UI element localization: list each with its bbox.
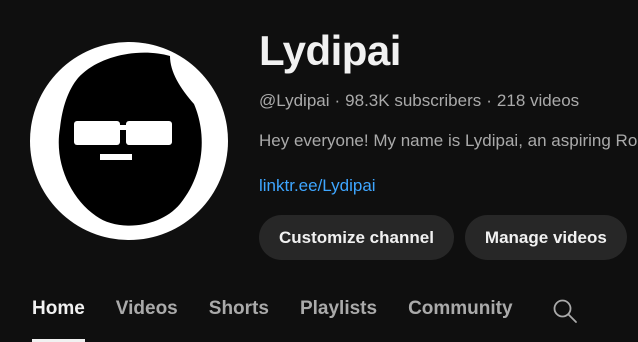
tab-playlists[interactable]: Playlists [300,288,377,340]
meta-separator: · [486,91,492,110]
tab-community[interactable]: Community [408,288,513,340]
video-count: 218 videos [496,91,580,110]
channel-link[interactable]: linktr.ee/Lydipai [259,175,376,197]
manage-videos-button[interactable]: Manage videos [464,215,627,260]
channel-info: Lydipai @Lydipai · 98.3K subscribers · 218 v… [259,27,638,260]
search-icon[interactable] [552,298,578,324]
tab-shorts[interactable]: Shorts [209,288,269,340]
channel-handle[interactable]: @Lydipai [259,91,330,110]
channel-actions: Customize channel Manage videos [259,215,627,260]
subscriber-count: 98.3K subscribers [345,91,482,110]
channel-meta: @Lydipai · 98.3K subscribers · 218 videos [259,90,579,112]
meta-separator: · [334,91,341,110]
customize-channel-button[interactable]: Customize channel [259,215,454,260]
channel-description[interactable]: Hey everyone! My name is Lydipai, an asp… [259,130,638,152]
channel-name: Lydipai [259,27,401,74]
tab-videos[interactable]: Videos [116,288,178,340]
channel-avatar[interactable] [30,42,228,240]
channel-tabs: Home Videos Shorts Playlists Community [32,288,544,342]
tab-home[interactable]: Home [32,288,85,342]
avatar-image [30,42,228,240]
